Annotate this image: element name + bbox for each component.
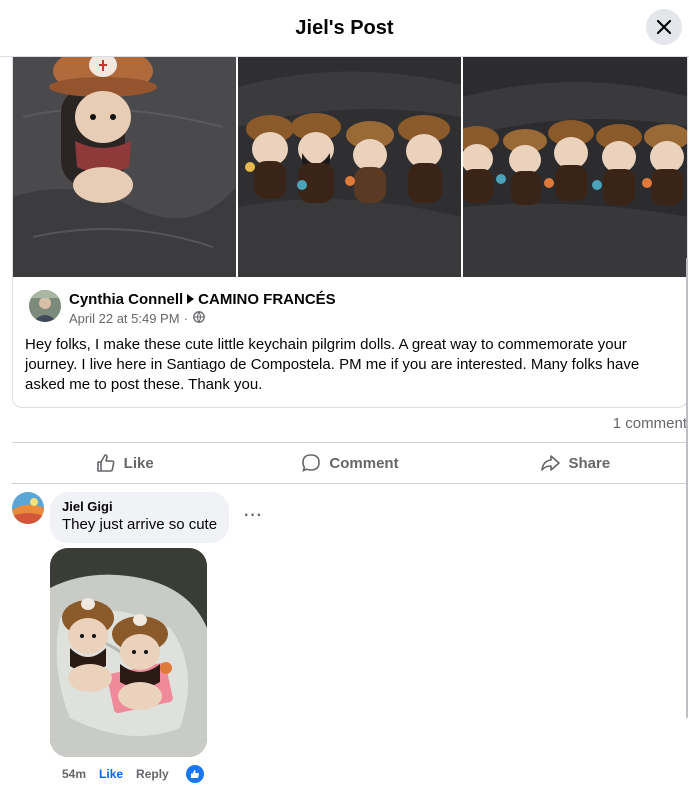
shared-post-header: Cynthia Connell CAMINO FRANCÉS April 22 … <box>29 290 336 326</box>
play-triangle-icon <box>187 290 195 309</box>
comment-label: Comment <box>329 454 399 472</box>
group-name[interactable]: CAMINO FRANCÉS <box>198 290 336 309</box>
comment-more-button[interactable]: ··· <box>244 507 263 525</box>
post-actions: Like Comment Share <box>12 443 688 483</box>
like-reaction-icon[interactable] <box>185 765 204 783</box>
share-button[interactable]: Share <box>463 443 688 483</box>
comment-time[interactable]: 54m <box>62 767 86 781</box>
close-icon <box>656 19 672 35</box>
post-body-text: Hey folks, I make these cute little keyc… <box>25 336 640 393</box>
comment-reply-button[interactable]: Reply <box>136 767 169 781</box>
photo-doll-group[interactable] <box>238 57 461 277</box>
share-label: Share <box>568 454 611 472</box>
comment-text: They just arrive so cute <box>62 516 218 533</box>
photo-single-doll[interactable] <box>13 57 236 277</box>
post-scroll-area[interactable]: Cynthia Connell CAMINO FRANCÉS April 22 … <box>0 57 689 796</box>
comment-like-button[interactable]: Like <box>99 767 123 781</box>
divider <box>12 483 688 484</box>
post-dialog-header: Jiel's Post <box>0 0 689 57</box>
avatar[interactable] <box>29 290 61 322</box>
comment-bubble: Jiel Gigi They just arrive so cute <box>50 492 230 543</box>
post-meta: April 22 at 5:49 PM · <box>69 311 336 326</box>
thumbs-up-icon <box>96 454 115 472</box>
photo-grid <box>13 57 687 277</box>
photo-doll-row[interactable] <box>463 57 687 277</box>
avatar[interactable] <box>12 492 44 524</box>
comment-count-link[interactable]: 1 comment <box>613 415 687 432</box>
share-arrow-icon <box>541 455 561 471</box>
page-title: Jiel's Post <box>295 16 394 39</box>
like-label: Like <box>123 454 154 472</box>
author-name[interactable]: Cynthia Connell <box>69 290 183 309</box>
shared-post-card[interactable]: Cynthia Connell CAMINO FRANCÉS April 22 … <box>12 57 688 408</box>
comment-author[interactable]: Jiel Gigi <box>62 499 217 515</box>
comment-meta: 54m Like Reply <box>62 765 204 783</box>
globe-icon[interactable] <box>193 311 205 326</box>
comment-button[interactable]: Comment <box>237 443 462 483</box>
post-timestamp[interactable]: April 22 at 5:49 PM <box>69 311 180 326</box>
comment-item: Jiel Gigi They just arrive so cute <box>12 492 230 543</box>
comment-bubble-icon <box>302 454 321 472</box>
author-line: Cynthia Connell CAMINO FRANCÉS <box>69 290 336 309</box>
meta-separator: · <box>183 311 188 326</box>
like-button[interactable]: Like <box>12 443 237 483</box>
close-button[interactable] <box>646 9 682 45</box>
scrollbar-thumb[interactable] <box>686 258 688 718</box>
comment-photo[interactable] <box>50 548 207 757</box>
